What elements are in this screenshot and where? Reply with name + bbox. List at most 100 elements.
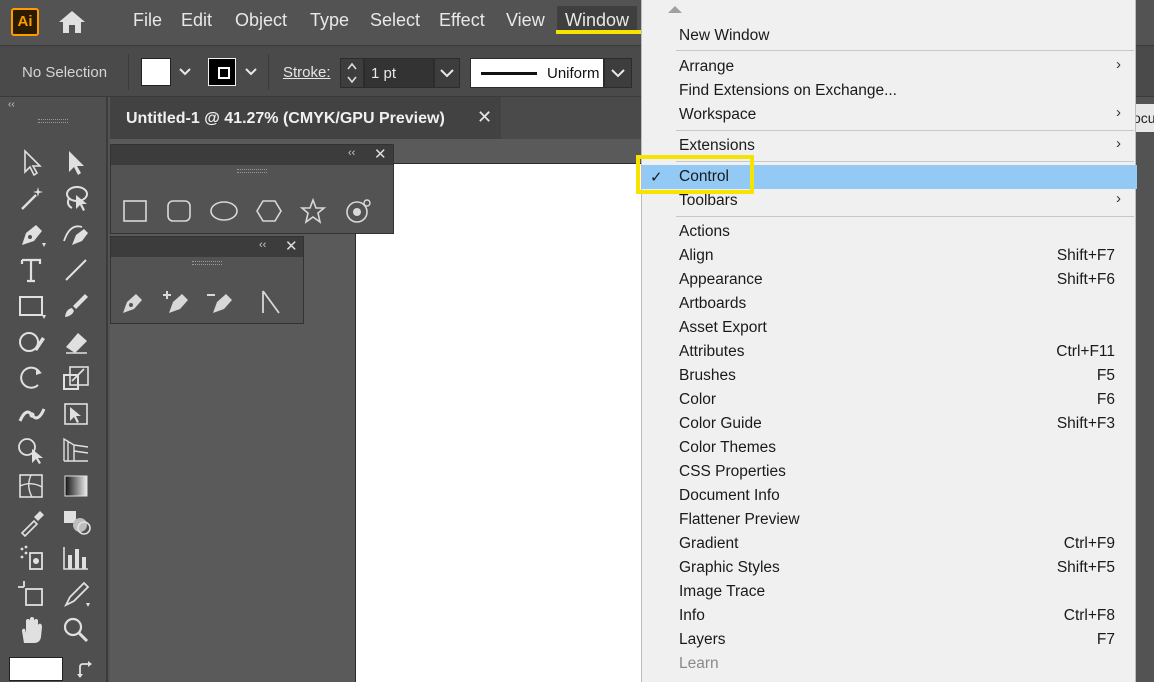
menu-object[interactable]: Object	[235, 10, 287, 31]
eraser-tool-icon[interactable]	[58, 325, 94, 359]
scale-tool-icon[interactable]	[58, 361, 94, 395]
close-document-icon[interactable]: ✕	[477, 107, 492, 128]
menu-item-attributes[interactable]: Attributes Ctrl+F11	[642, 340, 1137, 364]
stroke-label[interactable]: Stroke:	[283, 64, 331, 81]
toolbar-collapse-icon[interactable]: ‹‹	[8, 99, 15, 110]
stroke-weight-dropdown-icon[interactable]	[434, 58, 460, 88]
stroke-weight-input[interactable]: 1 pt	[364, 58, 434, 88]
menu-select[interactable]: Select	[370, 10, 420, 31]
rounded-rectangle-icon[interactable]	[165, 197, 193, 225]
scroll-up-icon[interactable]	[668, 6, 682, 13]
menu-item-color-themes[interactable]: Color Themes	[642, 436, 1137, 460]
blend-tool-icon[interactable]	[58, 505, 94, 539]
symbol-sprayer-tool-icon[interactable]	[14, 541, 50, 575]
menu-item-image-trace[interactable]: Image Trace	[642, 580, 1137, 604]
paintbrush-tool-icon[interactable]	[58, 289, 94, 323]
menu-item-label: Brushes	[679, 367, 736, 384]
width-tool-icon[interactable]	[14, 397, 50, 431]
menu-item-workspace[interactable]: Workspace ›	[642, 103, 1137, 127]
rectangle-shape-icon[interactable]	[121, 197, 149, 225]
menu-type[interactable]: Type	[310, 10, 349, 31]
anchor-point-icon[interactable]	[257, 287, 287, 317]
menu-item-align[interactable]: Align Shift+F7	[642, 244, 1137, 268]
home-icon[interactable]	[57, 9, 87, 35]
menu-view[interactable]: View	[506, 10, 545, 31]
panel-header[interactable]: ‹‹ ✕	[111, 145, 393, 165]
panel-collapse-icon[interactable]: ‹‹	[259, 239, 266, 251]
shape-builder-tool-icon[interactable]	[14, 433, 50, 467]
illustrator-logo: Ai	[11, 8, 39, 36]
magic-wand-tool-icon[interactable]	[14, 181, 50, 215]
gradient-tool-icon[interactable]	[58, 469, 94, 503]
menu-item-color-guide[interactable]: Color Guide Shift+F3	[642, 412, 1137, 436]
delete-anchor-point-icon[interactable]	[207, 287, 241, 317]
menu-item-color[interactable]: Color F6	[642, 388, 1137, 412]
menu-item-css-properties[interactable]: CSS Properties	[642, 460, 1137, 484]
menu-item-new-window[interactable]: New Window	[642, 24, 1137, 48]
stroke-weight-spinner[interactable]	[340, 58, 364, 88]
column-graph-tool-icon[interactable]	[58, 541, 94, 575]
artboard-tool-icon[interactable]	[14, 577, 50, 611]
stroke-profile-dropdown-icon[interactable]	[604, 58, 632, 88]
divider	[268, 54, 269, 90]
star-icon[interactable]	[299, 197, 327, 225]
slice-tool-icon[interactable]	[58, 577, 94, 611]
fill-stroke-indicator[interactable]	[9, 657, 63, 681]
line-segment-tool-icon[interactable]	[58, 253, 94, 287]
perspective-grid-tool-icon[interactable]	[58, 433, 94, 467]
menu-item-gradient[interactable]: Gradient Ctrl+F9	[642, 532, 1137, 556]
curvature-tool-icon[interactable]	[58, 217, 94, 251]
menu-item-arrange[interactable]: Arrange ›	[642, 55, 1137, 79]
menu-item-actions[interactable]: Actions	[642, 220, 1137, 244]
rotate-tool-icon[interactable]	[14, 361, 50, 395]
stroke-dropdown-chevron-icon[interactable]	[240, 58, 262, 86]
menu-item-graphic-styles[interactable]: Graphic Styles Shift+F5	[642, 556, 1137, 580]
pen-icon[interactable]	[119, 287, 149, 317]
document-tab[interactable]: Untitled-1 @ 41.27% (CMYK/GPU Preview) ✕	[110, 97, 501, 139]
menu-item-label: Asset Export	[679, 319, 767, 336]
panel-close-icon[interactable]: ✕	[285, 237, 298, 255]
panel-grip[interactable]	[192, 261, 222, 265]
menu-item-info[interactable]: Info Ctrl+F8	[642, 604, 1137, 628]
mesh-tool-icon[interactable]	[14, 469, 50, 503]
lasso-tool-icon[interactable]	[58, 181, 94, 215]
menu-item-find-extensions[interactable]: Find Extensions on Exchange...	[642, 79, 1137, 103]
selection-tool-icon[interactable]	[14, 145, 50, 179]
rectangle-tool-icon[interactable]	[14, 289, 50, 323]
panel-collapse-icon[interactable]: ‹‹	[348, 147, 355, 159]
swap-fill-stroke-icon[interactable]	[74, 659, 96, 681]
menu-file[interactable]: File	[133, 10, 162, 31]
menu-edit[interactable]: Edit	[181, 10, 212, 31]
ellipse-icon[interactable]	[209, 197, 239, 225]
panel-header[interactable]: ‹‹ ✕	[111, 237, 303, 257]
menu-item-layers[interactable]: Layers F7	[642, 628, 1137, 652]
flare-icon[interactable]	[343, 197, 373, 225]
menu-item-brushes[interactable]: Brushes F5	[642, 364, 1137, 388]
pen-tools-panel: ‹‹ ✕	[110, 236, 304, 324]
add-anchor-point-icon[interactable]	[163, 287, 197, 317]
menu-item-document-info[interactable]: Document Info	[642, 484, 1137, 508]
hand-tool-icon[interactable]	[14, 613, 50, 647]
pen-tool-icon[interactable]	[14, 217, 50, 251]
menu-effect[interactable]: Effect	[439, 10, 485, 31]
toolbar-grip[interactable]	[38, 119, 68, 123]
menu-item-asset-export[interactable]: Asset Export	[642, 316, 1137, 340]
eyedropper-tool-icon[interactable]	[14, 505, 50, 539]
fill-color-swatch[interactable]	[141, 58, 171, 86]
free-transform-tool-icon[interactable]	[58, 397, 94, 431]
fill-dropdown-chevron-icon[interactable]	[174, 58, 196, 86]
panel-close-icon[interactable]: ✕	[374, 145, 387, 163]
zoom-tool-icon[interactable]	[58, 613, 94, 647]
menu-item-appearance[interactable]: Appearance Shift+F6	[642, 268, 1137, 292]
menu-item-artboards[interactable]: Artboards	[642, 292, 1137, 316]
stroke-profile-select[interactable]: Uniform	[470, 58, 604, 88]
stroke-color-swatch[interactable]	[208, 58, 236, 86]
shaper-tool-icon[interactable]	[14, 325, 50, 359]
menu-item-label: Layers	[679, 631, 726, 648]
direct-selection-tool-icon[interactable]	[58, 145, 94, 179]
artboard[interactable]	[355, 163, 645, 682]
menu-item-flattener-preview[interactable]: Flattener Preview	[642, 508, 1137, 532]
polygon-icon[interactable]	[255, 197, 283, 225]
panel-grip[interactable]	[237, 169, 267, 173]
type-tool-icon[interactable]	[14, 253, 50, 287]
